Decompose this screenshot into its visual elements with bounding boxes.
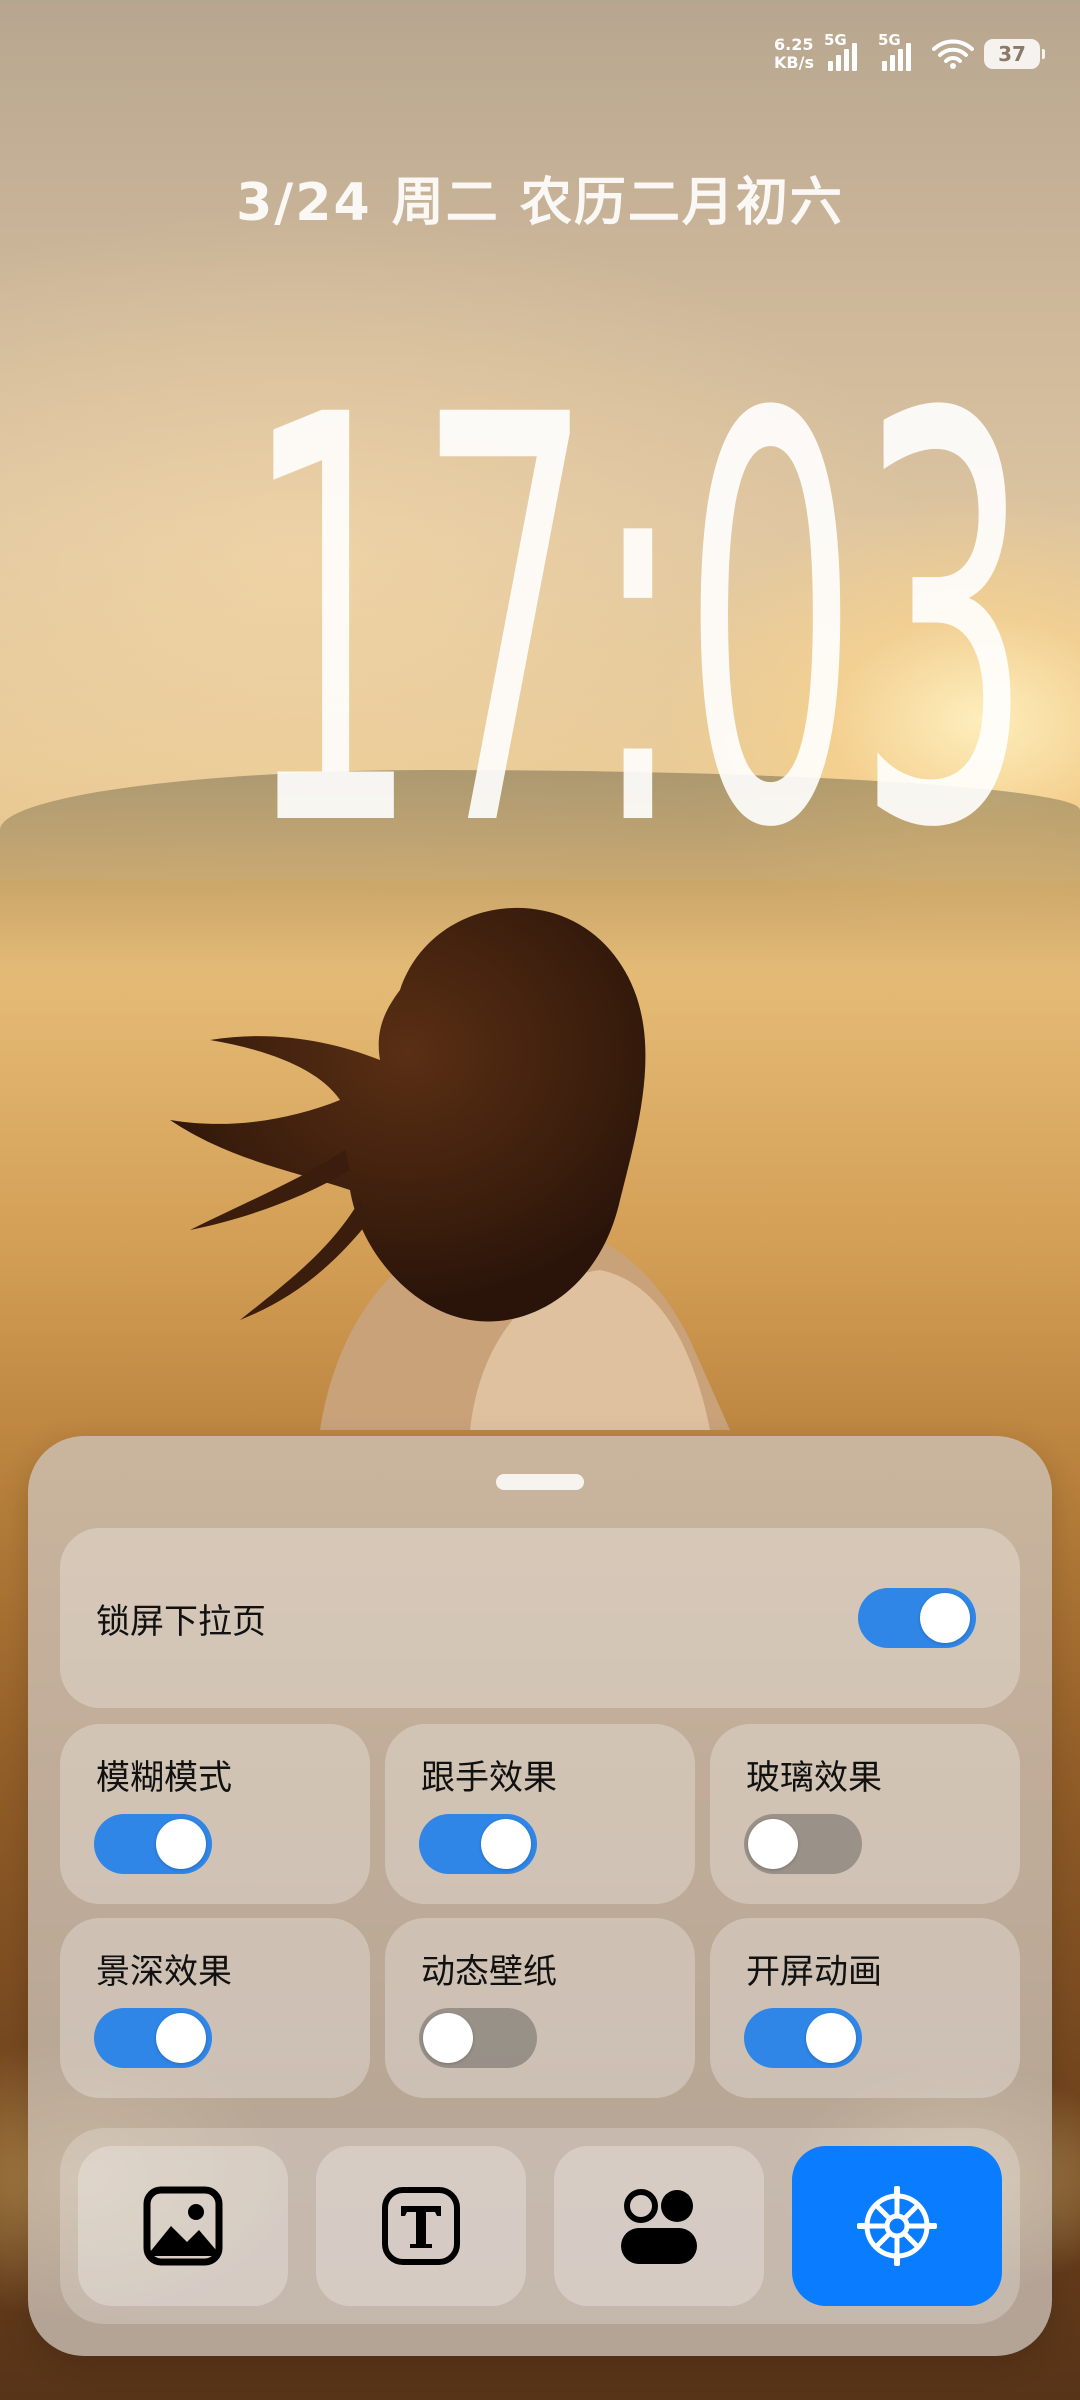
widgets-button[interactable] (554, 2146, 764, 2306)
settings-gear-icon (857, 2186, 937, 2266)
live-wallpaper-toggle[interactable] (419, 2008, 537, 2068)
lock-pulldown-panel: 锁屏下拉页 模糊模式 跟手效果 玻璃效果 景深效果 动态壁纸 开屏动画 (28, 1436, 1052, 2356)
panel-dock (60, 2128, 1020, 2324)
wifi-icon (932, 39, 974, 69)
image-icon (143, 2186, 223, 2266)
network-speed-unit: KB/s (774, 53, 814, 72)
network-speed: 6.25 KB/s (774, 36, 814, 72)
open-animation-toggle[interactable] (744, 2008, 862, 2068)
toggle-knob (748, 1819, 798, 1869)
tile-label: 动态壁纸 (421, 1952, 557, 1992)
sim2-network-label: 5G (878, 31, 901, 49)
tile-open-animation: 开屏动画 (710, 1918, 1020, 2098)
tile-glass-effect: 玻璃效果 (710, 1724, 1020, 1904)
tile-label: 景深效果 (96, 1952, 232, 1992)
toggle-knob (806, 2013, 856, 2063)
drag-handle[interactable] (496, 1474, 584, 1490)
tile-label: 开屏动画 (746, 1952, 882, 1992)
depth-effect-toggle[interactable] (94, 2008, 212, 2068)
sim1-network-label: 5G (824, 31, 847, 49)
wallpaper-button[interactable] (78, 2146, 288, 2306)
toggle-knob (481, 1819, 531, 1869)
tile-label: 锁屏下拉页 (96, 1602, 266, 1642)
toggle-knob (156, 2013, 206, 2063)
text-style-icon (382, 2187, 460, 2265)
blur-mode-toggle[interactable] (94, 1814, 212, 1874)
network-speed-value: 6.25 (774, 35, 814, 54)
lock-pulldown-toggle[interactable] (858, 1588, 976, 1648)
follow-hand-toggle[interactable] (419, 1814, 537, 1874)
tile-label: 玻璃效果 (746, 1758, 882, 1798)
tile-blur-mode: 模糊模式 (60, 1724, 370, 1904)
tile-lock-pulldown: 锁屏下拉页 (60, 1528, 1020, 1708)
tile-follow-hand: 跟手效果 (385, 1724, 695, 1904)
battery-icon: 37 (984, 39, 1045, 69)
toggle-knob (423, 2013, 473, 2063)
toggle-knob (920, 1593, 970, 1643)
status-bar: 6.25 KB/s 5G 5G 37 (774, 24, 1045, 84)
tile-depth-effect: 景深效果 (60, 1918, 370, 2098)
glass-effect-toggle[interactable] (744, 1814, 862, 1874)
text-style-button[interactable] (316, 2146, 526, 2306)
toggle-knob (156, 1819, 206, 1869)
tile-label: 跟手效果 (421, 1758, 557, 1798)
battery-level: 37 (998, 42, 1026, 66)
lock-clock: 17:03 (243, 299, 1033, 951)
lock-date: 3/24 周二 农历二月初六 (236, 173, 844, 233)
signal-icon: 5G (878, 31, 922, 71)
tile-live-wallpaper: 动态壁纸 (385, 1918, 695, 2098)
settings-button[interactable] (792, 2146, 1002, 2306)
lock-screen: 6.25 KB/s 5G 5G 37 3/24 周二 农历二月初六 17:03 … (0, 0, 1080, 2400)
signal-icon: 5G (824, 31, 868, 71)
tile-label: 模糊模式 (96, 1758, 232, 1798)
widgets-icon (621, 2189, 697, 2264)
